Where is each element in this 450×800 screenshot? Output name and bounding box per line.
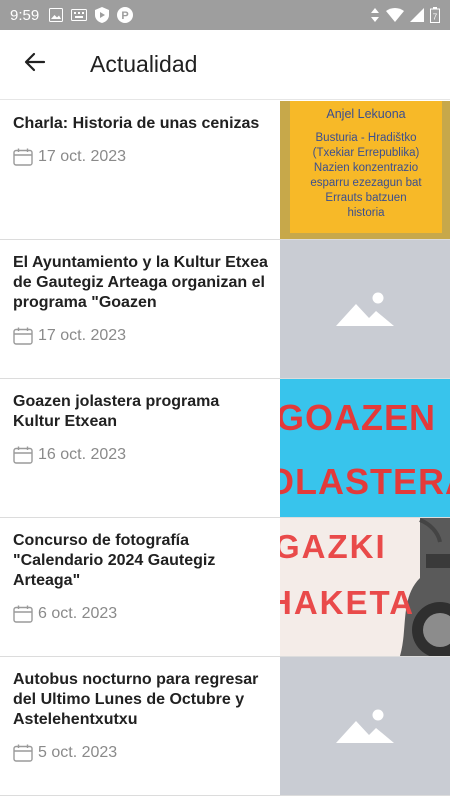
item-title: Goazen jolastera programa Kultur Etxean — [13, 393, 220, 430]
back-button[interactable] — [0, 30, 70, 100]
item-date: 5 oct. 2023 — [38, 744, 118, 761]
item-title: Charla: Historia de unas cenizas — [13, 115, 260, 132]
item-title: Concurso de fotografía "Calendario 2024 … — [13, 532, 216, 589]
notification-icons: P — [49, 7, 134, 23]
item-date: 17 oct. 2023 — [38, 148, 127, 165]
image-placeholder-icon — [336, 709, 394, 743]
calendar-icon — [13, 605, 33, 623]
calendar-icon — [13, 446, 33, 464]
poster-line: Errauts batzuen — [325, 192, 407, 204]
parking-icon: P — [117, 7, 134, 23]
item-thumbnail — [280, 657, 450, 795]
item-title: El Ayuntamiento y la Kultur Etxea de Gau… — [13, 254, 268, 311]
image-icon — [49, 8, 64, 22]
list-item[interactable]: Autobus nocturno para regresar del Ultim… — [0, 657, 450, 796]
item-thumbnail — [280, 240, 450, 378]
list-item[interactable]: Concurso de fotografía "Calendario 2024 … — [0, 518, 450, 657]
item-thumbnail: GAZKI HAKETA — [280, 518, 450, 656]
calendar-icon — [13, 744, 33, 762]
photo-text: GAZKI — [280, 528, 387, 565]
svg-text:P: P — [122, 10, 129, 22]
photo-text: HAKETA — [280, 584, 416, 621]
data-arrows-icon — [370, 8, 380, 22]
battery-level: 7 — [433, 13, 438, 22]
poster-line: Busturia - Hradištko — [315, 132, 417, 144]
status-time: 9:59 — [10, 6, 40, 24]
shield-play-icon — [95, 7, 110, 23]
poster-heading: Anjel Lekuona — [326, 107, 406, 121]
poster-line: historia — [347, 207, 385, 219]
image-placeholder-icon — [336, 292, 394, 326]
item-title: Autobus nocturno para regresar del Ultim… — [13, 671, 259, 728]
list-item[interactable]: Charla: Historia de unas cenizas 17 oct.… — [0, 101, 450, 240]
item-date: 17 oct. 2023 — [38, 327, 127, 344]
poster-line: (Txekiar Errepublika) — [312, 147, 420, 159]
keyboard-icon — [71, 9, 88, 21]
list-item[interactable]: Goazen jolastera programa Kultur Etxean … — [0, 379, 450, 518]
item-thumbnail: GOAZEN OLASTERA — [280, 379, 450, 517]
calendar-icon — [13, 148, 33, 166]
item-date: 16 oct. 2023 — [38, 446, 127, 463]
poster-line: esparru ezezagun bat — [310, 177, 422, 189]
battery-icon: 7 — [430, 7, 440, 23]
poster-line: Nazien konzentrazio — [313, 162, 419, 174]
app-bar: Actualidad — [0, 30, 450, 100]
system-icons: 7 — [370, 7, 440, 23]
wifi-icon — [386, 8, 404, 22]
arrow-left-icon — [23, 50, 47, 79]
banner-text: OLASTERA — [280, 461, 450, 502]
signal-icon — [410, 8, 424, 22]
banner-text: GOAZEN — [280, 397, 437, 438]
page-title: Actualidad — [90, 51, 198, 77]
calendar-icon — [13, 327, 33, 345]
news-list: Charla: Historia de unas cenizas 17 oct.… — [0, 101, 450, 796]
list-item[interactable]: El Ayuntamiento y la Kultur Etxea de Gau… — [0, 240, 450, 379]
status-bar: 9:59 P 7 — [0, 0, 450, 30]
item-thumbnail: Anjel Lekuona Busturia - Hradištko (Txek… — [280, 101, 450, 239]
item-date: 6 oct. 2023 — [38, 605, 118, 622]
